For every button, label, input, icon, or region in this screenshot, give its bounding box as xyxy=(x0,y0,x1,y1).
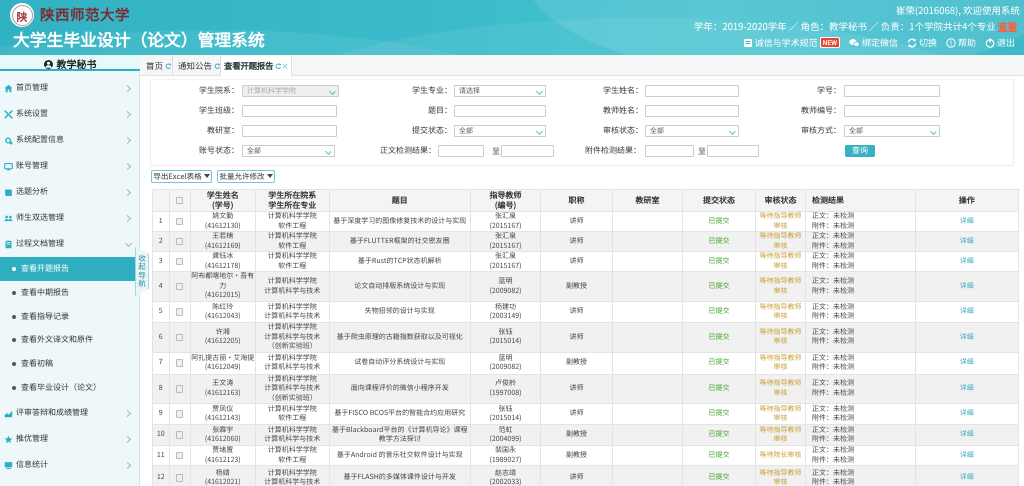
svg-text:!: ! xyxy=(950,38,952,47)
